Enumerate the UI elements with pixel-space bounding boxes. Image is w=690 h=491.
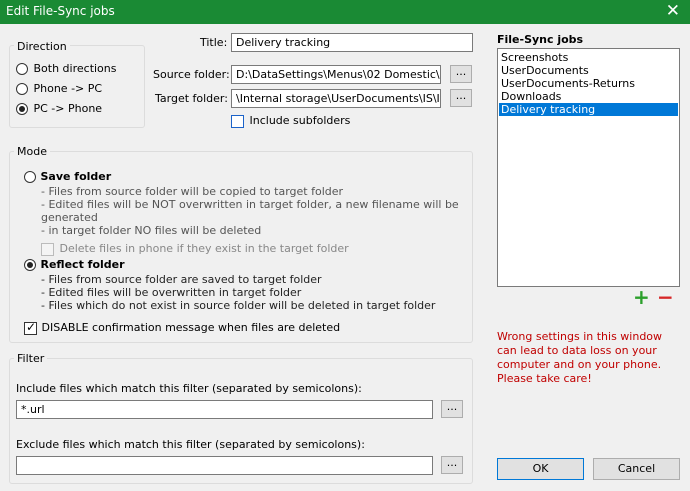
radio-circle[interactable]	[24, 171, 36, 183]
reflect-folder-desc-1: - Files from source folder are saved to …	[41, 273, 322, 286]
save-folder-desc-1: - Files from source folder will be copie…	[41, 185, 344, 198]
save-folder-label: Save folder	[40, 170, 112, 183]
window-title: Edit File-Sync jobs	[6, 4, 115, 18]
target-folder-label: Target folder:	[155, 92, 228, 105]
save-folder-desc-3: generated	[41, 211, 98, 224]
warning-text: Wrong settings in this window can lead t…	[497, 330, 663, 385]
list-item[interactable]: UserDocuments	[499, 64, 678, 77]
radio-circle[interactable]	[16, 103, 28, 115]
radio-both-directions[interactable]: Both directions	[16, 62, 117, 75]
target-browse-button[interactable]: ...	[450, 89, 472, 107]
checkbox-box[interactable]	[24, 320, 37, 335]
exclude-filter-input[interactable]	[16, 456, 433, 475]
disable-confirmation-label: DISABLE confirmation message when files …	[41, 321, 341, 334]
direction-group-label: Direction	[14, 40, 70, 53]
title-bar: Edit File-Sync jobs ✕	[0, 0, 690, 24]
list-item[interactable]: Downloads	[499, 90, 678, 103]
delete-in-phone-label: Delete files in phone if they exist in t…	[59, 242, 349, 255]
disable-confirmation-checkbox[interactable]: DISABLE confirmation message when files …	[24, 320, 341, 335]
delete-in-phone-checkbox[interactable]: Delete files in phone if they exist in t…	[41, 242, 349, 256]
radio-reflect-folder[interactable]: Reflect folder	[24, 258, 125, 271]
radio-label: Phone -> PC	[33, 82, 103, 95]
target-folder-input[interactable]: \Internal storage\UserDocuments\IS\IED	[231, 89, 441, 108]
reflect-folder-desc-3: - Files which do not exist in source fol…	[41, 299, 436, 312]
filter-group-label: Filter	[14, 352, 48, 365]
include-filter-label: Include files which match this filter (s…	[16, 382, 362, 395]
ok-button[interactable]: OK	[497, 458, 584, 480]
save-folder-desc-4: - in target folder NO files will be dele…	[41, 224, 262, 237]
add-job-icon[interactable]: +	[633, 286, 650, 308]
remove-job-icon[interactable]: −	[657, 286, 674, 308]
checkbox-box[interactable]	[41, 242, 54, 256]
include-subfolders-label: Include subfolders	[249, 114, 351, 127]
source-folder-input[interactable]: D:\DataSettings\Menus\02 Domestic\De	[231, 65, 441, 84]
list-item[interactable]: UserDocuments-Returns	[499, 77, 678, 90]
include-filter-browse-button[interactable]: ...	[441, 400, 463, 418]
source-browse-button[interactable]: ...	[450, 65, 472, 83]
source-folder-label: Source folder:	[153, 68, 230, 81]
checkbox-box[interactable]	[231, 114, 244, 128]
radio-circle[interactable]	[16, 83, 28, 95]
reflect-folder-label: Reflect folder	[40, 258, 125, 271]
title-input[interactable]: Delivery tracking	[231, 33, 473, 52]
exclude-filter-browse-button[interactable]: ...	[441, 456, 463, 474]
cancel-button[interactable]: Cancel	[593, 458, 680, 480]
exclude-filter-label: Exclude files which match this filter (s…	[16, 438, 365, 451]
list-item[interactable]: Screenshots	[499, 51, 678, 64]
radio-circle[interactable]	[16, 63, 28, 75]
list-item-selected[interactable]: Delivery tracking	[499, 103, 678, 116]
radio-phone-to-pc[interactable]: Phone -> PC	[16, 82, 102, 95]
radio-pc-to-phone[interactable]: PC -> Phone	[16, 102, 102, 115]
mode-group-label: Mode	[14, 145, 50, 158]
save-folder-desc-2: - Edited files will be NOT overwritten i…	[41, 198, 459, 211]
reflect-folder-desc-2: - Edited files will be overwritten in ta…	[41, 286, 302, 299]
jobs-listbox[interactable]: Screenshots UserDocuments UserDocuments-…	[497, 48, 680, 287]
jobs-header: File-Sync jobs	[497, 33, 584, 46]
radio-circle[interactable]	[24, 259, 36, 271]
include-subfolders-checkbox[interactable]: Include subfolders	[231, 114, 350, 128]
include-filter-input[interactable]: *.url	[16, 400, 433, 419]
radio-label: PC -> Phone	[33, 102, 103, 115]
radio-label: Both directions	[33, 62, 117, 75]
radio-save-folder[interactable]: Save folder	[24, 170, 111, 183]
title-label: Title:	[200, 36, 228, 49]
close-icon[interactable]: ✕	[666, 1, 680, 21]
